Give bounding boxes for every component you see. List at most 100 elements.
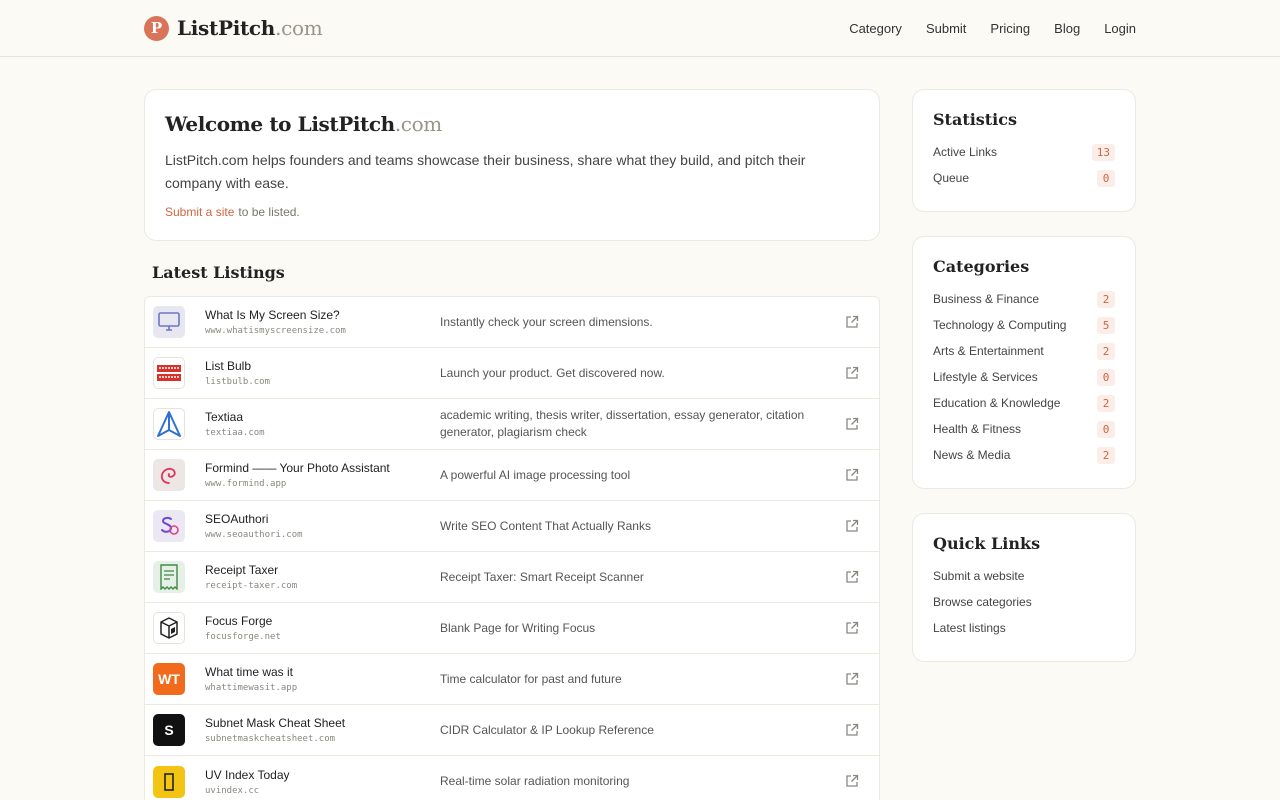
- listing-row[interactable]: Textiaa textiaa.com academic writing, thes…: [145, 399, 879, 450]
- sidebar: Statistics Active Links 13 Queue 0 Categori…: [912, 89, 1136, 662]
- listing-name-block: Formind —— Your Photo Assistant www.formi…: [205, 461, 440, 489]
- listing-description: Write SEO Content That Actually Ranks: [440, 518, 651, 533]
- listing-name[interactable]: UV Index Today: [205, 768, 440, 782]
- listing-row[interactable]: SEOAuthori www.seoauthori.com Write SEO Co…: [145, 501, 879, 552]
- external-link-icon[interactable]: [845, 315, 859, 329]
- nav-category[interactable]: Category: [849, 21, 902, 36]
- listing-description: CIDR Calculator & IP Lookup Reference: [440, 722, 654, 737]
- listing-name[interactable]: What Is My Screen Size?: [205, 308, 440, 322]
- listing-name[interactable]: What time was it: [205, 665, 440, 679]
- category-row[interactable]: Business & Finance 2: [933, 286, 1115, 312]
- listbulb-logo-icon: [153, 357, 185, 389]
- category-row[interactable]: Health & Fitness 0: [933, 416, 1115, 442]
- listing-description: Time calculator for past and future: [440, 671, 622, 686]
- listing-name[interactable]: Subnet Mask Cheat Sheet: [205, 716, 440, 730]
- brand-name: ListPitch.com: [177, 16, 323, 40]
- external-link-icon[interactable]: [845, 366, 859, 380]
- external-link-icon[interactable]: [845, 774, 859, 788]
- quick-link[interactable]: Latest listings: [933, 615, 1115, 641]
- listing-domain: textiaa.com: [205, 428, 265, 438]
- listing-row[interactable]: WT What time was it whattimewasit.app Time …: [145, 654, 879, 705]
- external-link-icon[interactable]: [845, 672, 859, 686]
- count-badge: 0: [1097, 420, 1115, 438]
- listing-domain: uvindex.cc: [205, 785, 260, 796]
- listing-description: Receipt Taxer: Smart Receipt Scanner: [440, 569, 644, 584]
- statistics-card: Statistics Active Links 13 Queue 0: [912, 89, 1136, 212]
- cube-icon: [153, 612, 185, 644]
- listings-table: What Is My Screen Size? www.whatismyscree…: [144, 296, 880, 800]
- count-badge: 5: [1097, 316, 1115, 334]
- listing-row[interactable]: UV Index Today uvindex.cc Real-time solar …: [145, 756, 879, 800]
- listing-description: Blank Page for Writing Focus: [440, 620, 596, 635]
- listing-description: Launch your product. Get discovered now.: [440, 365, 665, 380]
- listing-description: Instantly check your screen dimensions.: [440, 314, 653, 329]
- uv-logo-icon: [153, 765, 185, 798]
- listing-domain: www.seoauthori.com: [205, 530, 303, 540]
- quick-link[interactable]: Submit a website: [933, 563, 1115, 589]
- nav-blog[interactable]: Blog: [1054, 21, 1080, 36]
- submit-suffix: to be listed.: [238, 205, 300, 219]
- category-row[interactable]: Lifestyle & Services 0: [933, 364, 1115, 390]
- wt-logo-icon: WT: [153, 663, 185, 695]
- listing-row[interactable]: Formind —— Your Photo Assistant www.formi…: [145, 450, 879, 501]
- nav-login[interactable]: Login: [1104, 21, 1136, 36]
- paper-plane-icon: [153, 408, 185, 440]
- listing-name-block: SEOAuthori www.seoauthori.com: [205, 512, 440, 540]
- welcome-card: Welcome to ListPitch.com ListPitch.com h…: [144, 89, 880, 241]
- latest-listings-title: Latest Listings: [152, 263, 285, 282]
- listing-row[interactable]: S Subnet Mask Cheat Sheet subnetmaskcheats…: [145, 705, 879, 756]
- category-row-label: Business & Finance: [933, 292, 1040, 306]
- listing-row[interactable]: Focus Forge focusforge.net Blank Page for …: [145, 603, 879, 654]
- quick-links-title: Quick Links: [933, 534, 1041, 553]
- listing-name[interactable]: Focus Forge: [205, 614, 440, 628]
- listing-name[interactable]: Textiaa: [205, 410, 440, 424]
- top-bar: P ListPitch.com Category Submit Pricing …: [0, 0, 1280, 57]
- listing-row[interactable]: Receipt Taxer receipt-taxer.com Receipt Ta…: [145, 552, 879, 603]
- listing-name[interactable]: SEOAuthori: [205, 512, 440, 526]
- listing-name-block: UV Index Today uvindex.cc: [205, 768, 440, 796]
- count-badge: 2: [1097, 342, 1115, 360]
- category-row[interactable]: News & Media 2: [933, 442, 1115, 468]
- categories-title: Categories: [933, 257, 1030, 276]
- brand-logo-link[interactable]: P ListPitch.com: [144, 15, 323, 41]
- brand-logo-icon: P: [144, 15, 169, 41]
- listing-row[interactable]: What Is My Screen Size? www.whatismyscree…: [145, 297, 879, 348]
- category-row-label: News & Media: [933, 448, 1011, 462]
- listing-domain: www.whatismyscreensize.com: [205, 326, 346, 336]
- external-link-icon[interactable]: [845, 570, 859, 584]
- external-link-icon[interactable]: [845, 621, 859, 635]
- category-row-label: Lifestyle & Services: [933, 370, 1038, 384]
- welcome-lead: ListPitch.com helps founders and teams s…: [165, 152, 806, 191]
- count-badge: 0: [1097, 368, 1115, 386]
- listing-name[interactable]: Formind —— Your Photo Assistant: [205, 461, 440, 475]
- main-nav: Category Submit Pricing Blog Login: [849, 21, 1136, 36]
- listing-description: academic writing, thesis writer, dissert…: [440, 408, 805, 439]
- listing-name-block: Receipt Taxer receipt-taxer.com: [205, 563, 440, 591]
- listing-row[interactable]: List Bulb listbulb.com Launch your product…: [145, 348, 879, 399]
- main-column: Welcome to ListPitch.com ListPitch.com h…: [144, 89, 880, 800]
- nav-submit[interactable]: Submit: [926, 21, 966, 36]
- nav-pricing[interactable]: Pricing: [990, 21, 1030, 36]
- category-row[interactable]: Technology & Computing 5: [933, 312, 1115, 338]
- category-row[interactable]: Education & Knowledge 2: [933, 390, 1115, 416]
- count-badge: 13: [1091, 143, 1115, 161]
- count-badge: 0: [1097, 169, 1115, 187]
- listing-name-block: List Bulb listbulb.com: [205, 359, 440, 387]
- swirl-icon: [153, 459, 185, 491]
- external-link-icon[interactable]: [845, 417, 859, 431]
- listing-name[interactable]: Receipt Taxer: [205, 563, 440, 577]
- listing-name[interactable]: List Bulb: [205, 359, 440, 373]
- count-badge: 2: [1097, 394, 1115, 412]
- quick-link[interactable]: Browse categories: [933, 589, 1115, 615]
- listing-domain: receipt-taxer.com: [205, 581, 298, 591]
- submit-site-link[interactable]: Submit a site: [165, 205, 234, 219]
- external-link-icon[interactable]: [845, 519, 859, 533]
- external-link-icon[interactable]: [845, 723, 859, 737]
- monitor-icon: [153, 306, 185, 338]
- seo-logo-icon: [153, 510, 185, 542]
- listing-name-block: Textiaa textiaa.com: [205, 410, 440, 438]
- category-row[interactable]: Arts & Entertainment 2: [933, 338, 1115, 364]
- stat-row: Active Links 13: [933, 139, 1115, 165]
- stat-row: Queue 0: [933, 165, 1115, 191]
- external-link-icon[interactable]: [845, 468, 859, 482]
